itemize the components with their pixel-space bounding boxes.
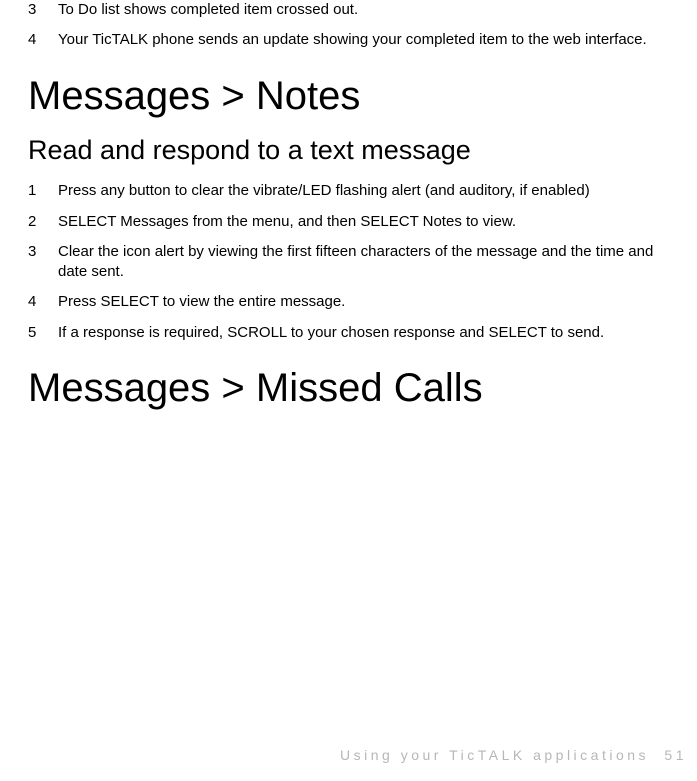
page-footer: Using your TicTALK applications 51 xyxy=(340,747,687,763)
step-item: 5 If a response is required, SCROLL to y… xyxy=(28,323,669,343)
step-item: 3 To Do list shows completed item crosse… xyxy=(28,0,669,20)
step-number: 1 xyxy=(28,181,58,201)
step-text: Your TicTALK phone sends an update showi… xyxy=(58,30,669,50)
section-heading-notes: Messages > Notes xyxy=(28,73,669,120)
step-text: To Do list shows completed item crossed … xyxy=(58,0,669,20)
step-text: Clear the icon alert by viewing the firs… xyxy=(58,242,669,283)
step-number: 4 xyxy=(28,292,58,312)
step-number: 3 xyxy=(28,242,58,283)
footer-text: Using your TicTALK applications xyxy=(340,747,649,763)
step-number: 2 xyxy=(28,212,58,232)
step-item: 3 Clear the icon alert by viewing the fi… xyxy=(28,242,669,283)
step-number: 5 xyxy=(28,323,58,343)
step-number: 4 xyxy=(28,30,58,50)
step-item: 4 Your TicTALK phone sends an update sho… xyxy=(28,30,669,50)
step-text: SELECT Messages from the menu, and then … xyxy=(58,212,669,232)
section-subheading-read-respond: Read and respond to a text message xyxy=(28,134,669,168)
step-text: If a response is required, SCROLL to you… xyxy=(58,323,669,343)
page-number: 51 xyxy=(664,747,687,763)
step-item: 1 Press any button to clear the vibrate/… xyxy=(28,181,669,201)
step-item: 4 Press SELECT to view the entire messag… xyxy=(28,292,669,312)
step-number: 3 xyxy=(28,0,58,20)
step-text: Press any button to clear the vibrate/LE… xyxy=(58,181,669,201)
section-heading-missed-calls: Messages > Missed Calls xyxy=(28,365,669,412)
step-text: Press SELECT to view the entire message. xyxy=(58,292,669,312)
step-item: 2 SELECT Messages from the menu, and the… xyxy=(28,212,669,232)
